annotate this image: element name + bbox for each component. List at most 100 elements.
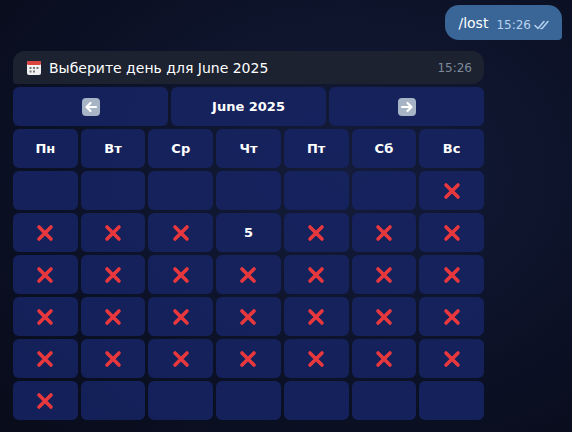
- weekday-button[interactable]: Чт: [216, 129, 281, 168]
- cross-icon: [36, 350, 54, 368]
- cross-icon: [36, 308, 54, 326]
- double-check-icon: [534, 19, 552, 31]
- unavailable-day-button[interactable]: [216, 339, 281, 378]
- cross-icon: [443, 182, 461, 200]
- cross-icon: [307, 224, 325, 242]
- cross-icon: [104, 224, 122, 242]
- cross-icon: [239, 350, 257, 368]
- unavailable-day-button[interactable]: [13, 255, 78, 294]
- unavailable-day-button[interactable]: [284, 297, 349, 336]
- cross-icon: [172, 224, 190, 242]
- unavailable-day-button[interactable]: [13, 381, 78, 420]
- unavailable-day-button[interactable]: [81, 213, 146, 252]
- cross-icon: [104, 308, 122, 326]
- message-time: 15:26: [496, 17, 531, 33]
- unavailable-day-button[interactable]: [81, 339, 146, 378]
- cross-icon: [375, 224, 393, 242]
- outgoing-row: /lost 15:26: [13, 5, 562, 40]
- unavailable-day-button[interactable]: [148, 339, 213, 378]
- week-row: 5: [13, 213, 484, 252]
- week-row: [13, 381, 484, 420]
- unavailable-day-button[interactable]: [419, 297, 484, 336]
- cross-icon: [104, 266, 122, 284]
- unavailable-day-button[interactable]: [216, 297, 281, 336]
- left-arrow-icon: [81, 97, 101, 117]
- empty-cell: [148, 171, 213, 210]
- cross-icon: [375, 350, 393, 368]
- message-text: Выберите день для June 2025: [25, 58, 268, 78]
- empty-cell: [284, 381, 349, 420]
- empty-cell: [352, 381, 417, 420]
- bot-bubble: Выберите день для June 202515:26: [13, 51, 484, 84]
- empty-cell: [284, 171, 349, 210]
- week-row: [13, 255, 484, 294]
- message-text: /lost: [458, 13, 488, 33]
- weekday-button[interactable]: Вт: [81, 129, 146, 168]
- calendar-icon: [25, 59, 43, 77]
- unavailable-day-button[interactable]: [284, 213, 349, 252]
- unavailable-day-button[interactable]: [352, 339, 417, 378]
- unavailable-day-button[interactable]: [352, 255, 417, 294]
- unavailable-day-button[interactable]: [13, 339, 78, 378]
- empty-cell: [148, 381, 213, 420]
- cross-icon: [239, 266, 257, 284]
- unavailable-day-button[interactable]: [419, 255, 484, 294]
- unavailable-day-button[interactable]: [216, 255, 281, 294]
- unavailable-day-button[interactable]: [13, 297, 78, 336]
- unavailable-day-button[interactable]: [419, 339, 484, 378]
- empty-cell: [81, 381, 146, 420]
- unavailable-day-button[interactable]: [13, 213, 78, 252]
- unavailable-day-button[interactable]: [352, 213, 417, 252]
- day-button[interactable]: 5: [216, 213, 281, 252]
- cross-icon: [375, 266, 393, 284]
- empty-cell: [216, 381, 281, 420]
- cross-icon: [443, 266, 461, 284]
- week-row: [13, 339, 484, 378]
- unavailable-day-button[interactable]: [81, 255, 146, 294]
- month-title-button[interactable]: June 2025: [171, 87, 326, 126]
- empty-cell: [81, 171, 146, 210]
- weekday-button[interactable]: Вс: [419, 129, 484, 168]
- unavailable-day-button[interactable]: [81, 297, 146, 336]
- cross-icon: [36, 392, 54, 410]
- unavailable-day-button[interactable]: [148, 255, 213, 294]
- message-meta: 15:26: [496, 17, 552, 33]
- cross-icon: [172, 308, 190, 326]
- cross-icon: [307, 308, 325, 326]
- outgoing-message: /lost 15:26: [445, 5, 562, 40]
- cross-icon: [307, 266, 325, 284]
- cross-icon: [239, 308, 257, 326]
- weekday-button[interactable]: Ср: [148, 129, 213, 168]
- weekday-button[interactable]: Пт: [284, 129, 349, 168]
- unavailable-day-button[interactable]: [148, 213, 213, 252]
- weekday-button[interactable]: Сб: [352, 129, 417, 168]
- prev-month-button[interactable]: [13, 87, 168, 126]
- weekday-row: ПнВтСрЧтПтСбВс: [13, 129, 484, 168]
- weekday-button[interactable]: Пн: [13, 129, 78, 168]
- empty-cell: [216, 171, 281, 210]
- week-row: [13, 297, 484, 336]
- cross-icon: [36, 224, 54, 242]
- cross-icon: [36, 266, 54, 284]
- empty-cell: [352, 171, 417, 210]
- unavailable-day-button[interactable]: [284, 255, 349, 294]
- empty-cell: [419, 381, 484, 420]
- nav-row: June 2025: [13, 87, 484, 126]
- cross-icon: [375, 308, 393, 326]
- empty-cell: [13, 171, 78, 210]
- right-arrow-icon: [397, 97, 417, 117]
- bot-message: Выберите день для June 202515:26June 202…: [13, 51, 484, 420]
- unavailable-day-button[interactable]: [419, 171, 484, 210]
- cross-icon: [443, 224, 461, 242]
- week-row: [13, 171, 484, 210]
- cross-icon: [443, 350, 461, 368]
- unavailable-day-button[interactable]: [284, 339, 349, 378]
- unavailable-day-button[interactable]: [352, 297, 417, 336]
- next-month-button[interactable]: [329, 87, 484, 126]
- unavailable-day-button[interactable]: [419, 213, 484, 252]
- cross-icon: [307, 350, 325, 368]
- cross-icon: [172, 266, 190, 284]
- chat: /lost 15:26 Выберите день для June 202515:…: [0, 0, 572, 420]
- unavailable-day-button[interactable]: [148, 297, 213, 336]
- cross-icon: [443, 308, 461, 326]
